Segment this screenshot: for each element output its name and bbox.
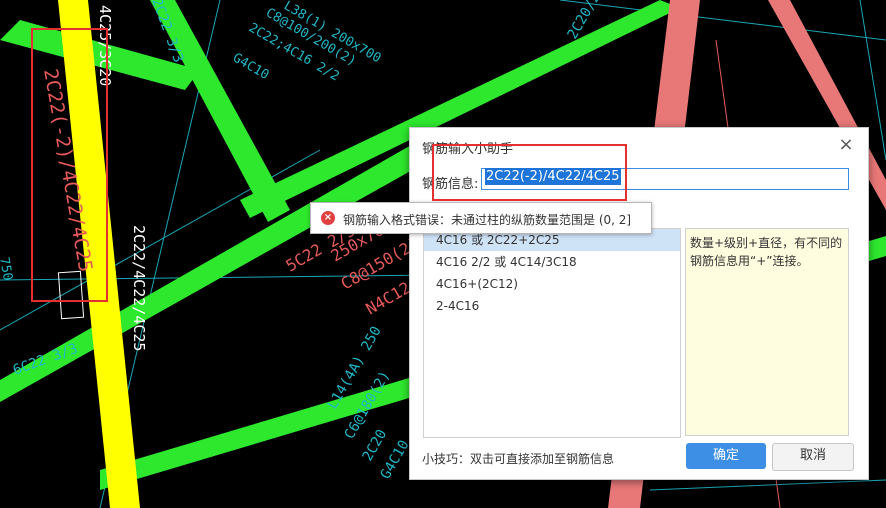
error-icon: × — [321, 211, 335, 225]
highlight-box-input — [432, 144, 627, 201]
cad-label-edge: 750 — [0, 256, 15, 282]
close-icon[interactable]: × — [838, 136, 854, 154]
error-tooltip: × 钢筋输入格式错误：未通过柱的纵筋数量范围是 (0, 2] — [310, 202, 652, 234]
list-item[interactable]: 2-4C16 — [424, 295, 680, 317]
cancel-button[interactable]: 取消 — [772, 443, 854, 471]
list-item[interactable]: 4C16+(2C12) — [424, 273, 680, 295]
example-list[interactable]: 4C16 或 2C22+2C25 4C16 2/2 或 4C14/3C18 4C… — [423, 228, 681, 438]
error-message: 钢筋输入格式错误：未通过柱的纵筋数量范围是 (0, 2] — [343, 213, 632, 227]
list-item[interactable]: 4C16 2/2 或 4C14/3C18 — [424, 251, 680, 273]
tip-text: 小技巧：双击可直接添加至钢筋信息 — [422, 452, 615, 466]
description-panel: 数量+级别+直径，有不同的钢筋信息用“+”连接。 — [685, 228, 849, 436]
cad-label-col-3: 2C22/4C22/4C25 — [130, 225, 148, 351]
ok-button[interactable]: 确定 — [686, 443, 766, 469]
cad-label-beam-b-4: N4C12 — [363, 278, 414, 319]
highlight-box-column — [31, 28, 108, 302]
cad-label-beam-a-4: G4C10 — [230, 50, 271, 83]
